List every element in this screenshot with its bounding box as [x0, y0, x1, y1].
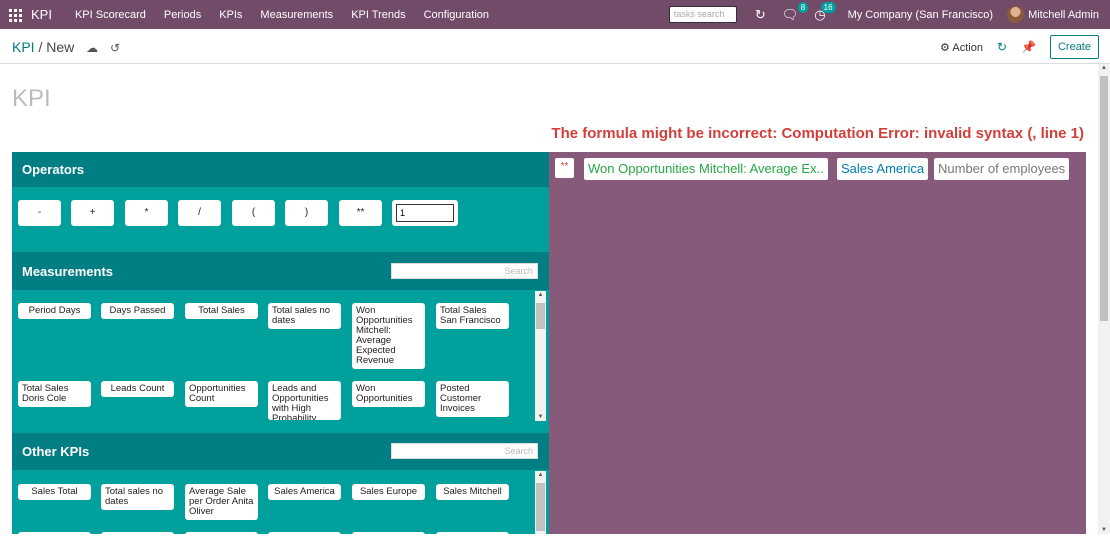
discard-icon[interactable]: ↺: [110, 41, 120, 55]
operator-close-paren-button[interactable]: ): [285, 200, 328, 226]
operators-header: Operators: [12, 152, 549, 187]
company-switcher[interactable]: My Company (San Francisco): [848, 9, 994, 21]
activities-badge: 16: [820, 1, 836, 13]
scroll-thumb[interactable]: [536, 303, 545, 329]
measurement-item[interactable]: Won Opportunities: [352, 381, 425, 407]
apps-menu-icon[interactable]: [9, 8, 23, 22]
formula-builder-panel: Operators - + * / ( ) ** Measurements Se…: [12, 152, 549, 540]
kpi-item[interactable]: Sales Total: [18, 484, 91, 500]
measurement-item[interactable]: Won Opportunities Mitchell: Average Expe…: [352, 303, 425, 369]
menu-kpis[interactable]: KPIs: [210, 9, 251, 21]
measurement-item[interactable]: Leads Count: [101, 381, 174, 397]
formula-error-message: The formula might be incorrect: Computat…: [551, 125, 1084, 142]
formula-token-measurement[interactable]: Won Opportunities Mitchell: Average Ex..: [584, 158, 828, 180]
scroll-thumb[interactable]: [536, 483, 545, 531]
kpi-item[interactable]: Total sales no dates: [101, 484, 174, 510]
breadcrumb: KPI / New ☁ ↺: [12, 39, 120, 55]
control-panel-right: ⚙ Action ↻ 📌 Create: [940, 35, 1099, 59]
other-kpis-title: Other KPIs: [22, 444, 90, 459]
menu-measurements[interactable]: Measurements: [251, 9, 342, 21]
kpi-item-partial[interactable]: [268, 532, 341, 540]
measurement-item[interactable]: Total Sales San Francisco: [436, 303, 509, 329]
measurement-item[interactable]: Period Days: [18, 303, 91, 319]
refresh-icon[interactable]: ↻: [755, 7, 766, 23]
kpi-name-input[interactable]: KPI: [12, 85, 51, 113]
formula-canvas[interactable]: ** Won Opportunities Mitchell: Average E…: [549, 152, 1086, 534]
messages-badge: 8: [797, 1, 809, 13]
menu-kpi-scorecard[interactable]: KPI Scorecard: [66, 9, 155, 21]
scroll-down-icon[interactable]: ▼: [1098, 527, 1110, 533]
save-cloud-icon[interactable]: ☁: [86, 41, 98, 55]
measurements-title: Measurements: [22, 263, 114, 279]
gear-icon: ⚙: [940, 41, 950, 54]
number-input[interactable]: [396, 204, 454, 222]
menu-configuration[interactable]: Configuration: [415, 9, 498, 21]
measurement-item[interactable]: Leads and Opportunities with High Probab…: [268, 381, 341, 420]
measurement-item[interactable]: Total Sales: [185, 303, 258, 319]
kpi-item-partial[interactable]: [18, 532, 91, 540]
menu-kpi-trends[interactable]: KPI Trends: [342, 9, 414, 21]
user-avatar[interactable]: [1007, 6, 1025, 23]
kpi-item[interactable]: Sales Mitchell: [436, 484, 509, 500]
breadcrumb-parent[interactable]: KPI: [12, 39, 35, 55]
measurement-item[interactable]: Posted Customer Invoices: [436, 381, 509, 417]
measurement-item[interactable]: Days Passed: [101, 303, 174, 319]
operator-divide-button[interactable]: /: [178, 200, 221, 226]
app-brand[interactable]: KPI: [31, 7, 52, 22]
tasks-search-input[interactable]: tasks search: [668, 6, 737, 23]
kpi-item[interactable]: Sales America: [268, 484, 341, 500]
measurement-item[interactable]: Total Sales Doris Cole: [18, 381, 91, 407]
kpi-item-partial[interactable]: [352, 532, 425, 540]
breadcrumb-current: New: [46, 39, 75, 55]
operator-plus-button[interactable]: +: [71, 200, 114, 226]
formula-token-operator[interactable]: **: [555, 158, 574, 178]
reload-icon[interactable]: ↻: [997, 40, 1007, 54]
other-kpis-scrollbar[interactable]: ▲: [535, 471, 546, 534]
other-kpis-search-input[interactable]: Search: [391, 443, 538, 459]
page-scroll-thumb[interactable]: [1100, 76, 1108, 321]
scroll-down-icon[interactable]: ▼: [535, 414, 546, 420]
action-menu[interactable]: ⚙ Action: [940, 41, 983, 54]
operator-open-paren-button[interactable]: (: [232, 200, 275, 226]
control-panel: KPI / New ☁ ↺ ⚙ Action ↻ 📌 Create: [0, 29, 1110, 64]
measurement-item[interactable]: Opportunities Count: [185, 381, 258, 407]
formula-token-constant[interactable]: Number of employees: [934, 158, 1070, 180]
systray: tasks search ↻ 🗨 8 ◷ 16 My Company (San Fr…: [668, 0, 1110, 29]
operator-multiply-button[interactable]: *: [125, 200, 168, 226]
user-menu[interactable]: Mitchell Admin: [1028, 9, 1099, 21]
measurements-search-input[interactable]: Search: [391, 263, 538, 279]
create-button[interactable]: Create: [1049, 35, 1099, 59]
scroll-up-icon[interactable]: ▲: [535, 472, 546, 478]
kpi-item-partial[interactable]: [101, 532, 174, 540]
menu-periods[interactable]: Periods: [155, 9, 210, 21]
measurement-item[interactable]: Total sales no dates: [268, 303, 341, 329]
scroll-up-icon[interactable]: ▲: [535, 292, 546, 298]
scroll-up-icon[interactable]: ▲: [1098, 65, 1110, 71]
form-sheet: KPI The formula might be incorrect: Comp…: [0, 65, 1098, 540]
kpi-item-partial[interactable]: [436, 532, 509, 540]
page-scrollbar[interactable]: ▲ ▼: [1098, 64, 1110, 534]
messages-icon[interactable]: 🗨 8: [782, 1, 809, 23]
measurements-scrollbar[interactable]: ▲ ▼: [535, 291, 546, 421]
pin-icon[interactable]: 📌: [1021, 40, 1036, 54]
kpi-item-partial[interactable]: [185, 532, 258, 540]
top-navbar: KPI KPI Scorecard Periods KPIs Measureme…: [0, 0, 1110, 29]
main-menu: KPI Scorecard Periods KPIs Measurements …: [66, 9, 498, 21]
kpi-item[interactable]: Sales Europe: [352, 484, 425, 500]
operator-minus-button[interactable]: -: [18, 200, 61, 226]
number-operand: [392, 200, 458, 226]
activities-icon[interactable]: ◷ 16: [814, 1, 836, 23]
operator-power-button[interactable]: **: [339, 200, 382, 226]
action-label: Action: [952, 41, 983, 54]
formula-token-kpi[interactable]: Sales America: [837, 158, 929, 180]
operators-title: Operators: [22, 162, 85, 177]
kpi-item[interactable]: Average Sale per Order Anita Oliver: [185, 484, 258, 520]
